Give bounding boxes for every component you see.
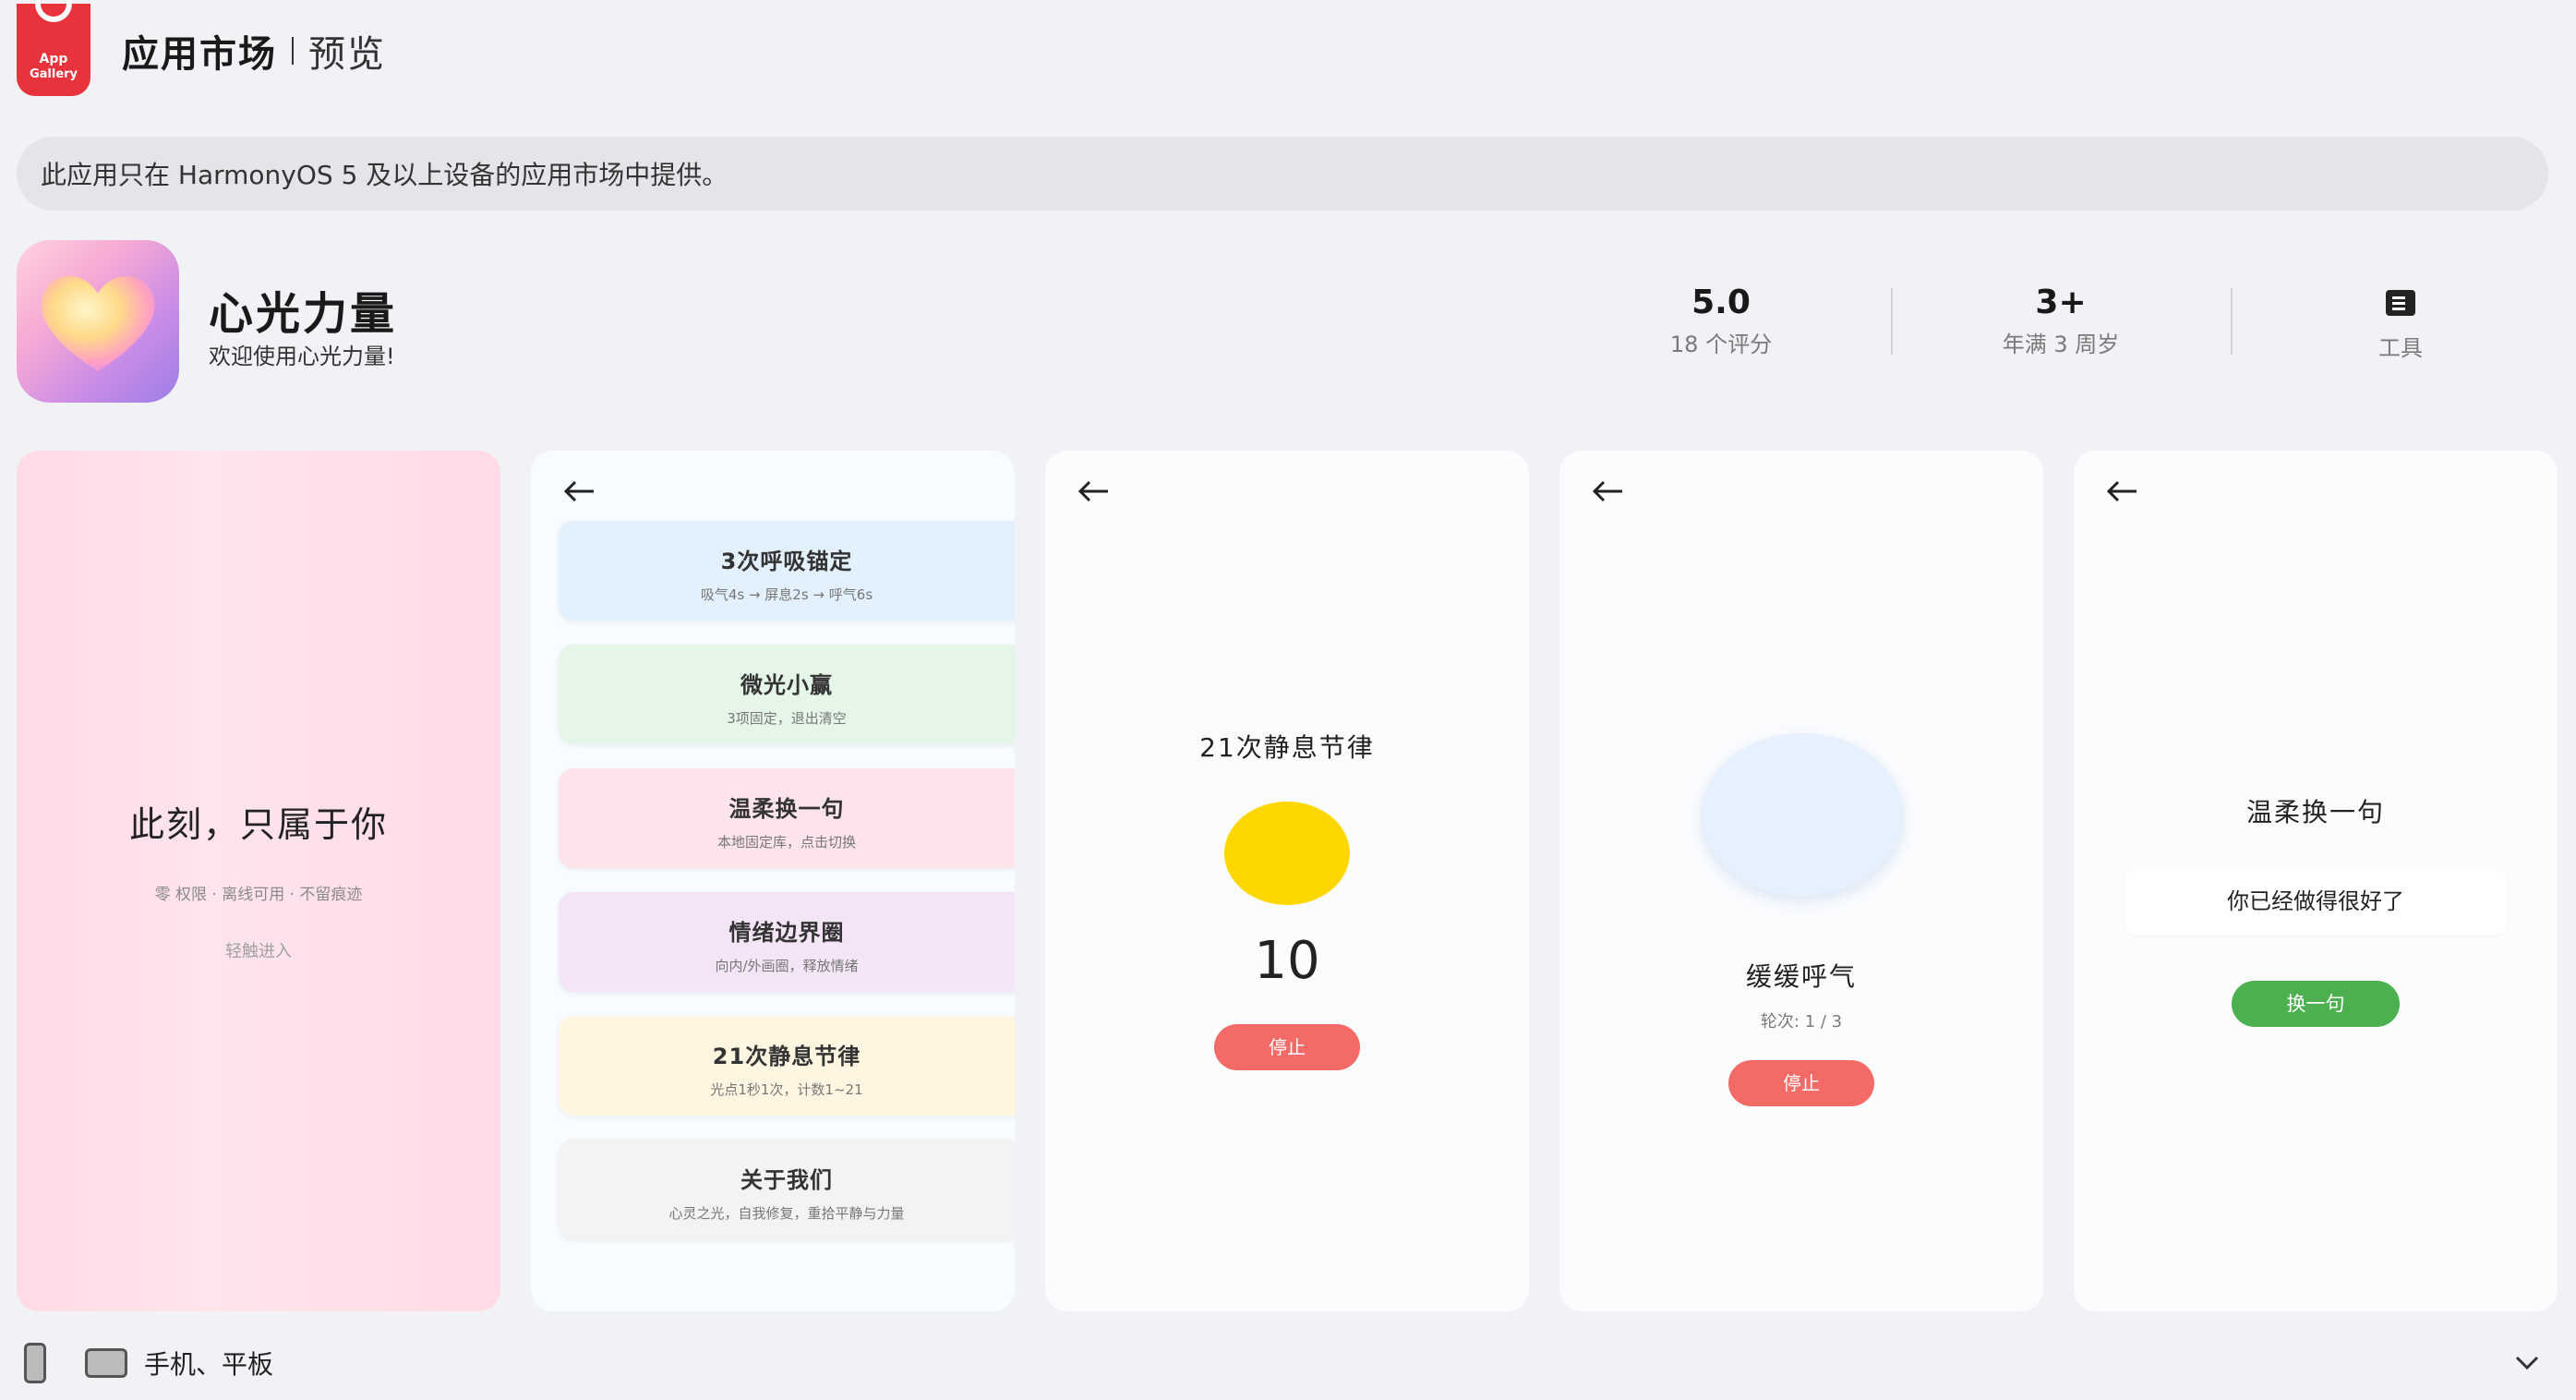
age-value: 3+ <box>2035 284 2087 321</box>
menu-card-title: 3次呼吸锚定 <box>720 549 853 574</box>
menu-card: 3次呼吸锚定 吸气4s → 屏息2s → 呼气6s <box>559 521 1015 621</box>
supported-devices: 手机、平板 <box>144 1349 274 1380</box>
menu-card: 21次静息节律 光点1秒1次，计数1~21 <box>559 1016 1015 1116</box>
tablet-icon <box>85 1348 127 1378</box>
rating-value: 5.0 <box>1691 284 1751 321</box>
category-label: 工具 <box>2378 335 2423 361</box>
welcome-title: 此刻，只属于你 <box>128 804 388 845</box>
shopping-bag-icon <box>35 0 72 22</box>
change-quote-button: 换一句 <box>2232 981 2400 1027</box>
back-arrow-icon <box>2106 480 2137 502</box>
app-name: 心光力量 <box>209 288 398 340</box>
breathing-title: 缓缓呼气 <box>1745 961 1857 992</box>
screenshot-gentle-words[interactable]: 温柔换一句 你已经做得很好了 换一句 <box>2074 451 2558 1311</box>
rhythm-title: 21次静息节律 <box>1199 732 1375 763</box>
menu-card: 微光小赢 3项固定，退出清空 <box>559 645 1015 744</box>
phone-icon <box>24 1343 46 1383</box>
rating-stat: 5.0 18 个评分 <box>1551 277 1891 360</box>
chevron-down-icon[interactable] <box>2515 1350 2539 1374</box>
menu-card-title: 情绪边界圈 <box>728 920 845 946</box>
breathing-bubble <box>1702 733 1903 896</box>
menu-card-subtitle: 3项固定，退出清空 <box>727 710 847 727</box>
screenshot-breathing[interactable]: 缓缓呼气 轮次: 1 / 3 停止 <box>1559 451 2043 1311</box>
availability-notice: 此应用只在 HarmonyOS 5 及以上设备的应用市场中提供。 <box>17 137 2548 211</box>
appgallery-logo[interactable]: App Gallery <box>17 0 90 96</box>
stop-button: 停止 <box>1214 1024 1360 1070</box>
age-label: 年满 3 周岁 <box>2002 332 2120 357</box>
app-icon <box>17 240 179 403</box>
brand-title: 应用市场 <box>122 33 277 76</box>
menu-card-subtitle: 吸气4s → 屏息2s → 呼气6s <box>700 586 873 603</box>
heart-icon <box>41 275 155 371</box>
gentle-title: 温柔换一句 <box>2245 797 2385 827</box>
menu-card-subtitle: 心灵之光，自我修复，重拾平静与力量 <box>668 1205 905 1222</box>
logo-text-gallery: Gallery <box>29 67 78 81</box>
gentle-quote: 你已经做得很好了 <box>2125 868 2506 935</box>
rating-count: 18 个评分 <box>1669 332 1773 357</box>
tap-to-enter: 轻触进入 <box>225 942 292 961</box>
category-stat: 工具 <box>2231 277 2570 361</box>
menu-card-title: 关于我们 <box>740 1167 833 1193</box>
section-title: 预览 <box>308 33 386 76</box>
header-divider <box>292 37 294 65</box>
welcome-subtitle: 零 权限 · 离线可用 · 不留痕迹 <box>154 886 363 904</box>
device-support: 手机、平板 <box>24 1339 273 1387</box>
menu-card-title: 微光小赢 <box>740 672 833 698</box>
menu-card-subtitle: 本地固定库，点击切换 <box>716 834 856 851</box>
breathing-round: 轮次: 1 / 3 <box>1760 1012 1843 1032</box>
menu-card: 温柔换一句 本地固定库，点击切换 <box>559 768 1015 868</box>
menu-card-title: 21次静息节律 <box>712 1044 861 1069</box>
rhythm-count: 10 <box>1254 931 1320 991</box>
app-subtitle: 欢迎使用心光力量! <box>209 344 395 369</box>
screenshot-rhythm[interactable]: 21次静息节律 10 停止 <box>1045 451 1529 1311</box>
header: App Gallery 应用市场 预览 <box>17 0 386 102</box>
back-arrow-icon <box>563 480 594 502</box>
logo-text-app: App <box>39 52 68 66</box>
menu-card-subtitle: 光点1秒1次，计数1~21 <box>710 1081 863 1098</box>
light-dot <box>1224 802 1350 905</box>
menu-card: 关于我们 心灵之光，自我修复，重拾平静与力量 <box>559 1140 1015 1239</box>
tools-icon <box>2386 290 2415 316</box>
back-arrow-icon <box>1592 480 1622 502</box>
age-stat: 3+ 年满 3 周岁 <box>1891 277 2231 360</box>
screenshot-welcome[interactable]: 此刻，只属于你 零 权限 · 离线可用 · 不留痕迹 轻触进入 <box>17 451 500 1311</box>
app-stats: 5.0 18 个评分 3+ 年满 3 周岁 工具 <box>1551 277 2570 361</box>
stop-button: 停止 <box>1728 1060 1874 1106</box>
back-arrow-icon <box>1077 480 1108 502</box>
screenshot-menu[interactable]: 3次呼吸锚定 吸气4s → 屏息2s → 呼气6s 微光小赢 3项固定，退出清空… <box>531 451 1015 1311</box>
menu-card-subtitle: 向内/外画圈，释放情绪 <box>715 958 859 974</box>
menu-card-title: 温柔换一句 <box>728 796 845 822</box>
menu-card: 情绪边界圈 向内/外画圈，释放情绪 <box>559 892 1015 992</box>
